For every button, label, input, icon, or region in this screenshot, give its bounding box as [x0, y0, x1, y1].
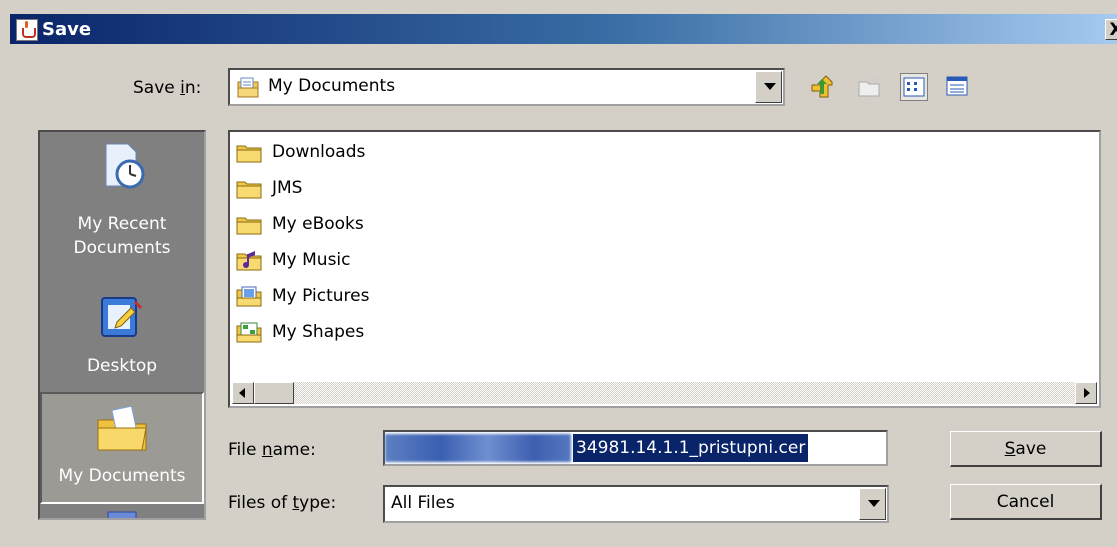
place-label: Desktop: [86, 356, 158, 376]
place-my-computer[interactable]: [40, 508, 204, 518]
file-list[interactable]: Downloads JMS My eBooks My Music My Pict…: [228, 130, 1101, 408]
new-folder-icon[interactable]: [856, 73, 884, 101]
my-documents-folder-icon: [94, 404, 150, 459]
place-desktop[interactable]: Desktop: [40, 282, 204, 392]
save-in-dropdown[interactable]: My Documents: [228, 68, 785, 106]
place-my-documents[interactable]: My Documents: [40, 392, 204, 504]
save-in-label: Save in:: [133, 78, 202, 98]
folder-icon: [236, 214, 262, 236]
java-icon: [16, 19, 38, 41]
place-label: My Recent: [77, 214, 167, 234]
folder-icon: [236, 142, 262, 164]
file-name-label: File name:: [228, 440, 316, 460]
details-view-icon[interactable]: [944, 73, 972, 101]
cancel-button[interactable]: Cancel: [950, 484, 1102, 520]
scroll-left-icon[interactable]: [232, 382, 254, 404]
files-of-type-dropdown[interactable]: All Files: [383, 485, 889, 523]
up-one-level-icon[interactable]: [808, 73, 836, 101]
my-documents-icon: [236, 77, 260, 104]
chevron-down-icon[interactable]: [859, 488, 886, 520]
chevron-down-icon[interactable]: [755, 71, 782, 103]
save-button[interactable]: Save: [950, 431, 1102, 467]
file-name-input[interactable]: 34981.14.1.1_pristupni.cer: [383, 430, 888, 466]
list-view-icon[interactable]: [900, 73, 928, 101]
scrollbar-thumb[interactable]: [254, 382, 294, 404]
music-folder-icon: [236, 250, 262, 272]
pictures-folder-icon: [236, 286, 262, 308]
place-my-recent-documents[interactable]: My Recent Documents: [40, 132, 204, 262]
window-title: Save: [42, 19, 92, 40]
redacted-text: [385, 434, 571, 462]
places-bar: My Recent Documents Desktop My Documents: [38, 130, 206, 520]
files-of-type-value: All Files: [391, 493, 455, 513]
desktop-icon: [97, 294, 147, 347]
shapes-folder-icon: [236, 322, 262, 344]
files-of-type-label: Files of type:: [228, 493, 337, 513]
horizontal-scrollbar[interactable]: [232, 382, 1097, 404]
place-label: Documents: [73, 238, 171, 258]
recent-documents-icon: [96, 140, 148, 197]
place-label: My Documents: [58, 466, 186, 486]
save-in-value: My Documents: [268, 76, 396, 96]
title-bar: Save X: [10, 14, 1117, 44]
folder-icon: [236, 178, 262, 200]
close-button[interactable]: X: [1105, 19, 1117, 40]
my-computer-icon: [102, 510, 142, 518]
file-name-value: 34981.14.1.1_pristupni.cer: [573, 434, 809, 462]
scroll-right-icon[interactable]: [1075, 382, 1097, 404]
